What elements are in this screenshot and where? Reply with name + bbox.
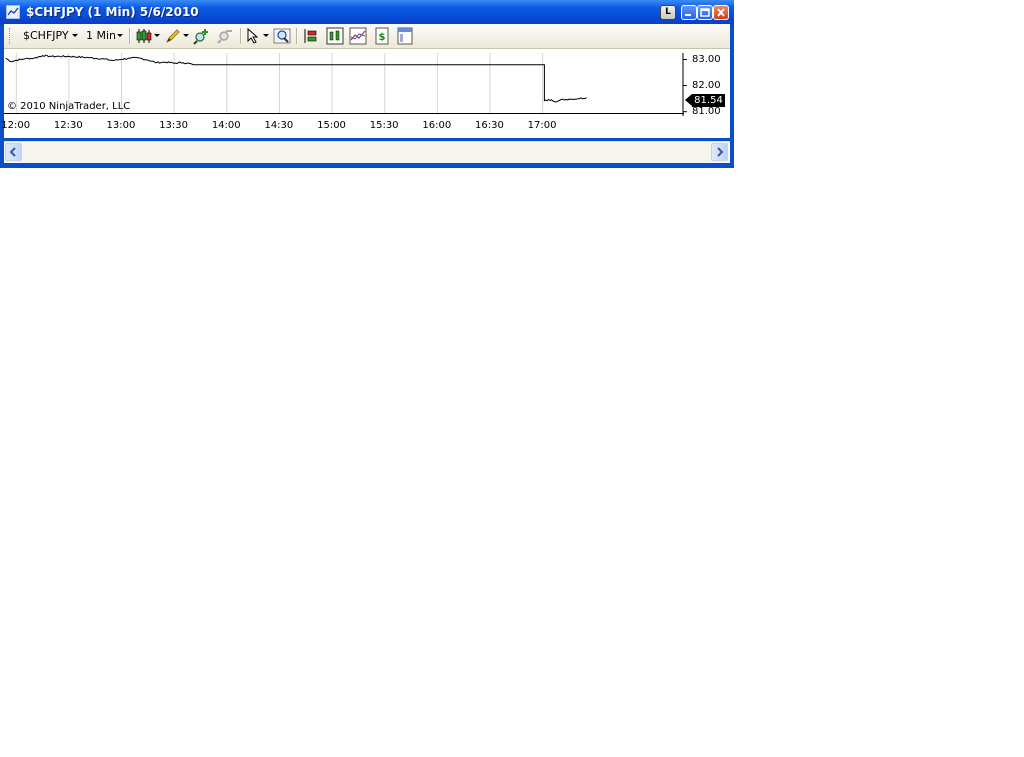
copyright-text: © 2010 NinjaTrader, LLC (7, 101, 131, 112)
properties-icon[interactable] (396, 27, 414, 45)
y-tick-label: 83.00 (692, 53, 721, 65)
toolbar-separator (240, 28, 242, 44)
zoom-out-icon[interactable] (216, 27, 234, 45)
toolbar-separator (129, 28, 131, 44)
price-series-line (5, 54, 587, 103)
x-tick-label: 13:00 (106, 120, 136, 131)
chart-style-icon[interactable] (135, 27, 153, 45)
last-price-pointer (685, 94, 692, 106)
x-tick-label: 14:00 (211, 120, 241, 131)
x-tick-label: 12:30 (53, 120, 83, 131)
zoom-in-icon[interactable] (193, 27, 211, 45)
x-tick-label: 15:00 (317, 120, 346, 131)
toolbar-grip[interactable] (9, 28, 12, 44)
interval-selector[interactable]: 1 Min (86, 29, 116, 42)
maximize-button[interactable] (697, 5, 713, 20)
x-tick-label: 12:00 (1, 120, 31, 131)
instrument-dropdown-arrow-icon[interactable] (72, 34, 78, 37)
title-bar[interactable]: $CHFJPY (1 Min) 5/6/2010 L (0, 0, 734, 25)
x-tick-label: 13:30 (159, 120, 189, 131)
instrument-selector[interactable]: $CHFJPY (23, 29, 69, 42)
ninjatrader-chart-icon[interactable] (6, 5, 20, 19)
y-tick-label: 82.00 (692, 79, 721, 91)
minimize-button[interactable] (681, 5, 697, 20)
strategies-icon[interactable] (349, 27, 367, 45)
scroll-left-button[interactable] (5, 143, 22, 161)
svg-text:$: $ (379, 32, 386, 43)
x-tick-label: 16:30 (475, 120, 504, 131)
data-box-icon[interactable] (302, 27, 320, 45)
chart-toolbar: $CHFJPY 1 Min $ (4, 24, 730, 49)
chart-style-dropdown-arrow-icon[interactable] (154, 34, 160, 37)
chart-window: $CHFJPY (1 Min) 5/6/2010 L $CHFJPY 1 Min (0, 0, 734, 168)
toolbar-separator (296, 28, 298, 44)
magnify-icon[interactable] (273, 27, 291, 45)
x-tick-label: 15:30 (369, 120, 399, 131)
close-button[interactable] (713, 5, 729, 20)
scroll-right-button[interactable] (711, 143, 728, 161)
drawing-tools-icon[interactable] (164, 27, 182, 45)
indicators-icon[interactable] (326, 27, 344, 45)
y-tick-label: 81.00 (692, 105, 721, 117)
dollar-icon[interactable]: $ (373, 27, 391, 45)
x-tick-label: 17:00 (527, 120, 557, 131)
chart-panel[interactable]: © 2010 NinjaTrader, LLC 83.00 82.00 81.00 … (1, 49, 730, 138)
select-cursor-icon[interactable] (245, 27, 263, 45)
x-tick-label: 14:30 (264, 120, 294, 131)
lock-button[interactable]: L (660, 5, 676, 20)
last-price-marker: 81.54 (692, 94, 725, 107)
drawing-tools-dropdown-arrow-icon[interactable] (183, 34, 189, 37)
horizontal-scrollbar[interactable] (4, 141, 730, 163)
x-tick-label: 16:00 (422, 120, 452, 131)
cursor-dropdown-arrow-icon[interactable] (263, 34, 269, 37)
window-title: $CHFJPY (1 Min) 5/6/2010 (26, 5, 199, 19)
interval-dropdown-arrow-icon[interactable] (117, 34, 123, 37)
